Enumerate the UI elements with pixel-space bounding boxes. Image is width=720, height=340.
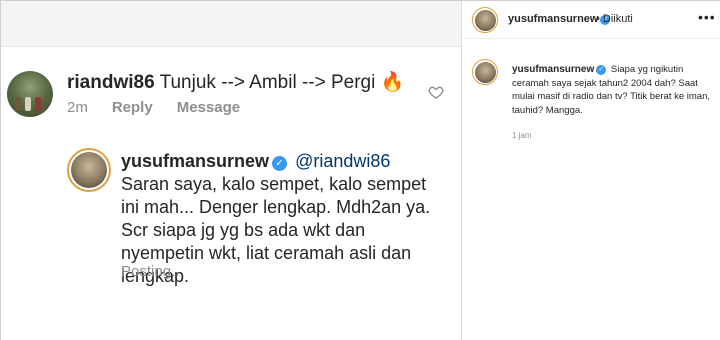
reply-username[interactable]: yusufmansurnew	[121, 151, 269, 171]
avatar-image	[71, 152, 107, 188]
verified-badge-icon: ✓	[272, 156, 288, 171]
screenshot-frame: riandwi86 Tunjuk --> Ambil --> Pergi 🔥 2…	[0, 0, 720, 340]
top-strip	[1, 1, 461, 47]
heart-outline-icon[interactable]	[428, 84, 444, 100]
avatar-image	[474, 9, 496, 31]
avatar-figure	[15, 97, 21, 111]
header-avatar[interactable]	[472, 7, 498, 33]
post-sidebar: yusufmansurnew ✓ • Diikuti ••• yusufmansu…	[462, 1, 720, 340]
comment-time: 2m	[67, 99, 88, 116]
reply-button[interactable]: Reply	[112, 99, 153, 116]
riandwi-avatar[interactable]	[7, 71, 53, 117]
header-username[interactable]: yusufmansurnew	[508, 13, 598, 25]
caption-avatar[interactable]	[472, 59, 498, 85]
reply-mention[interactable]: @riandwi86	[295, 151, 390, 171]
yusuf-avatar[interactable]	[67, 148, 111, 192]
comment-meta: 2m Reply Message	[67, 99, 240, 116]
more-dots-icon[interactable]: •••	[698, 9, 716, 25]
caption-username[interactable]: yusufmansurnew	[512, 64, 594, 75]
post-header: yusufmansurnew ✓ • Diikuti •••	[462, 1, 720, 39]
comment-pane: riandwi86 Tunjuk --> Ambil --> Pergi 🔥 2…	[1, 1, 461, 340]
follow-status[interactable]: • Diikuti	[596, 13, 633, 25]
caption-time: 1 jam	[512, 131, 532, 140]
avatar-figure	[35, 97, 41, 111]
comment-body: riandwi86 Tunjuk --> Ambil --> Pergi 🔥	[67, 71, 404, 95]
message-button[interactable]: Message	[177, 99, 240, 116]
verified-badge-icon: ✓	[596, 65, 607, 75]
caption-body: yusufmansurnew ✓ Siapa yg ngikutin cerama…	[512, 63, 712, 117]
avatar-image	[474, 61, 496, 83]
comment-username[interactable]: riandwi86	[67, 72, 155, 93]
posting-status: Posting...	[121, 263, 184, 280]
avatar-figure	[25, 97, 31, 111]
comment-text: Tunjuk --> Ambil --> Pergi 🔥	[159, 72, 405, 93]
